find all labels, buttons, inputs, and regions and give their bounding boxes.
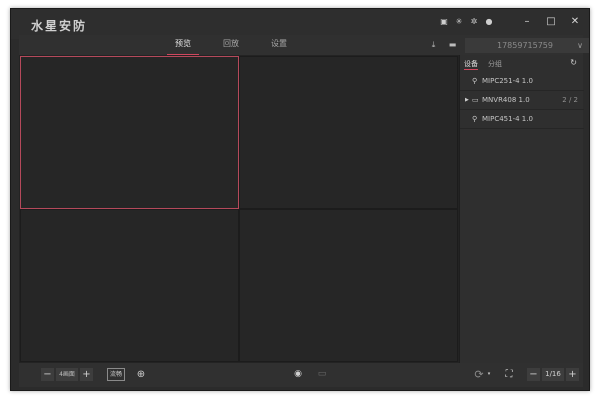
device-list: ⚲ MIPC251-4 1.0 ▶ ▭ MNVR408 1.0 2 / 2 ⚲ …	[460, 72, 584, 129]
snapshot-icon[interactable]: ◉	[291, 368, 305, 381]
increase-layout-button[interactable]: +	[80, 368, 93, 381]
screenshot-icon[interactable]: ▣	[440, 18, 448, 26]
video-grid	[19, 55, 459, 363]
close-button[interactable]: ✕	[569, 16, 581, 28]
device-panel: 设备 分组 ↻ ⚲ MIPC251-4 1.0 ▶ ▭ MNVR408 1.0 …	[459, 55, 584, 363]
tab-preview[interactable]: 预览	[159, 35, 207, 57]
minimize-button[interactable]: –	[521, 16, 533, 28]
theme-icon[interactable]: ✳	[455, 18, 463, 26]
nvr-icon: ▭	[472, 96, 479, 104]
bottom-toolbar: − 4画面 + 流畅 ⊕ ◉ ▭ ⟳ ▾ ⛶ − 1/16 +	[19, 363, 583, 387]
device-name: MIPC451-4 1.0	[482, 115, 533, 123]
rotate-icon[interactable]: ⟳	[471, 368, 487, 381]
main-tabs: 预览 回放 设置	[159, 35, 303, 57]
list-item[interactable]: ⚲ MIPC451-4 1.0	[460, 110, 584, 129]
chevron-down-icon[interactable]: ▾	[486, 368, 492, 381]
gear-icon[interactable]: ✲	[470, 18, 478, 26]
list-item[interactable]: ▶ ▭ MNVR408 1.0 2 / 2	[460, 91, 584, 110]
layout-label: 4画面	[56, 368, 78, 381]
app-logo: 水星安防	[31, 19, 88, 33]
page-indicator: 1/16	[542, 368, 564, 381]
expand-arrow-icon[interactable]: ▶	[465, 91, 469, 110]
tab-devices[interactable]: 设备	[464, 59, 478, 70]
maximize-button[interactable]: □	[545, 16, 557, 28]
video-pane-1[interactable]	[20, 56, 239, 209]
tab-settings[interactable]: 设置	[255, 35, 303, 57]
prev-page-button[interactable]: −	[527, 368, 540, 381]
help-icon[interactable]: ●	[485, 18, 493, 26]
refresh-icon[interactable]: ↻	[570, 58, 577, 67]
device-name: MIPC251-4 1.0	[482, 77, 533, 85]
chevron-down-icon: ∨	[577, 41, 583, 50]
fullscreen-icon[interactable]: ⛶	[503, 368, 515, 381]
decrease-layout-button[interactable]: −	[41, 368, 54, 381]
nav-bar: 预览 回放 设置 ⤓ ▬ 17859715759 ∨	[19, 35, 589, 57]
video-pane-3[interactable]	[20, 209, 239, 362]
app-window: 水星安防 ▣ ✳ ✲ ● – □ ✕ 预览 回放 设置 ⤓ ▬ 17859715…	[10, 8, 590, 391]
video-pane-4[interactable]	[239, 209, 458, 362]
next-page-button[interactable]: +	[566, 368, 579, 381]
download-icon[interactable]: ⤓	[429, 40, 438, 49]
zoom-icon[interactable]: ⊕	[135, 368, 147, 381]
tab-groups[interactable]: 分组	[488, 59, 502, 69]
camera-icon: ⚲	[472, 115, 478, 123]
device-name: MNVR408 1.0	[482, 96, 530, 104]
stream-quality-button[interactable]: 流畅	[107, 368, 125, 381]
record-icon[interactable]: ▭	[315, 368, 329, 381]
video-pane-2[interactable]	[239, 56, 458, 209]
channel-count: 2 / 2	[562, 96, 578, 104]
camera-icon: ⚲	[472, 77, 478, 85]
account-id: 17859715759	[497, 41, 553, 50]
list-item[interactable]: ⚲ MIPC251-4 1.0	[460, 72, 584, 91]
account-dropdown[interactable]: 17859715759 ∨	[465, 38, 589, 53]
tab-playback[interactable]: 回放	[207, 35, 255, 57]
folder-icon[interactable]: ▬	[448, 40, 457, 49]
